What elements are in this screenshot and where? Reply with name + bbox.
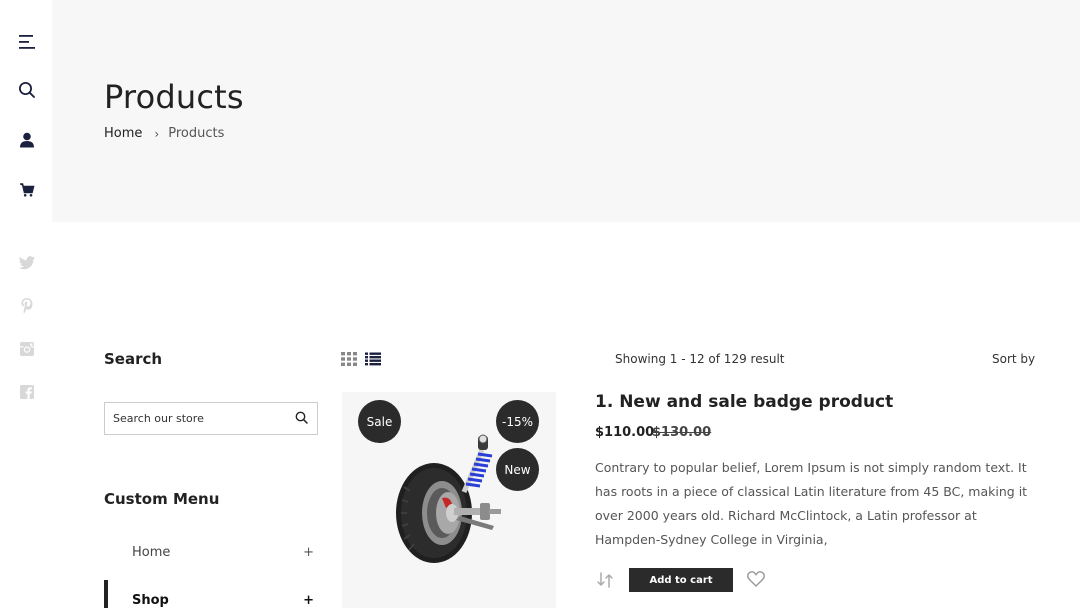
product-description: Contrary to popular belief, Lorem Ipsum … [595, 460, 1028, 547]
compare-icon[interactable] [596, 571, 614, 589]
grid-view-icon[interactable] [341, 351, 357, 366]
sale-badge: Sale [358, 400, 401, 443]
breadcrumb-home-link[interactable]: Home [104, 126, 142, 141]
user-icon[interactable] [17, 130, 37, 150]
results-count: Showing 1 - 12 of 129 result [615, 352, 785, 366]
product-price: $110.00 [595, 425, 655, 440]
twitter-icon[interactable] [17, 253, 37, 273]
heart-icon[interactable] [747, 571, 765, 589]
search-submit-icon[interactable] [295, 409, 308, 428]
menu-item-label: Home [132, 544, 171, 560]
breadcrumb-separator-icon: › [154, 126, 160, 141]
sort-by-dropdown[interactable]: Sort by [992, 352, 1035, 366]
product-old-price: $130.00 [652, 425, 712, 440]
menu-item-label: Shop [132, 592, 169, 608]
menu-item-home[interactable]: Home + [104, 540, 318, 564]
discount-badge: -15% [496, 400, 539, 443]
product-image[interactable]: Sale -15% New [342, 392, 556, 608]
facebook-icon[interactable] [17, 382, 37, 402]
expand-plus-icon[interactable]: + [303, 593, 314, 608]
custom-menu-heading: Custom Menu [104, 490, 220, 508]
search-heading: Search [104, 350, 163, 368]
expand-plus-icon[interactable]: + [303, 545, 314, 560]
new-badge: New [496, 448, 539, 491]
store-search-box [104, 402, 318, 435]
breadcrumb-current: Products [168, 126, 225, 141]
breadcrumb: Home › Products [104, 126, 224, 141]
menu-icon[interactable] [17, 32, 37, 52]
page-hero: Products Home › Products [52, 0, 1080, 222]
pinterest-icon[interactable] [17, 296, 37, 316]
instagram-icon[interactable] [17, 339, 37, 359]
search-icon[interactable] [17, 80, 37, 100]
page-title: Products [104, 78, 244, 116]
store-search-input[interactable] [113, 412, 283, 425]
add-to-cart-button[interactable]: Add to cart [629, 568, 733, 592]
menu-item-shop[interactable]: Shop + [104, 580, 318, 608]
cart-icon[interactable] [17, 180, 37, 200]
product-title[interactable]: 1. New and sale badge product [595, 392, 893, 412]
list-view-icon[interactable] [365, 351, 381, 366]
side-icon-rail [0, 0, 52, 608]
